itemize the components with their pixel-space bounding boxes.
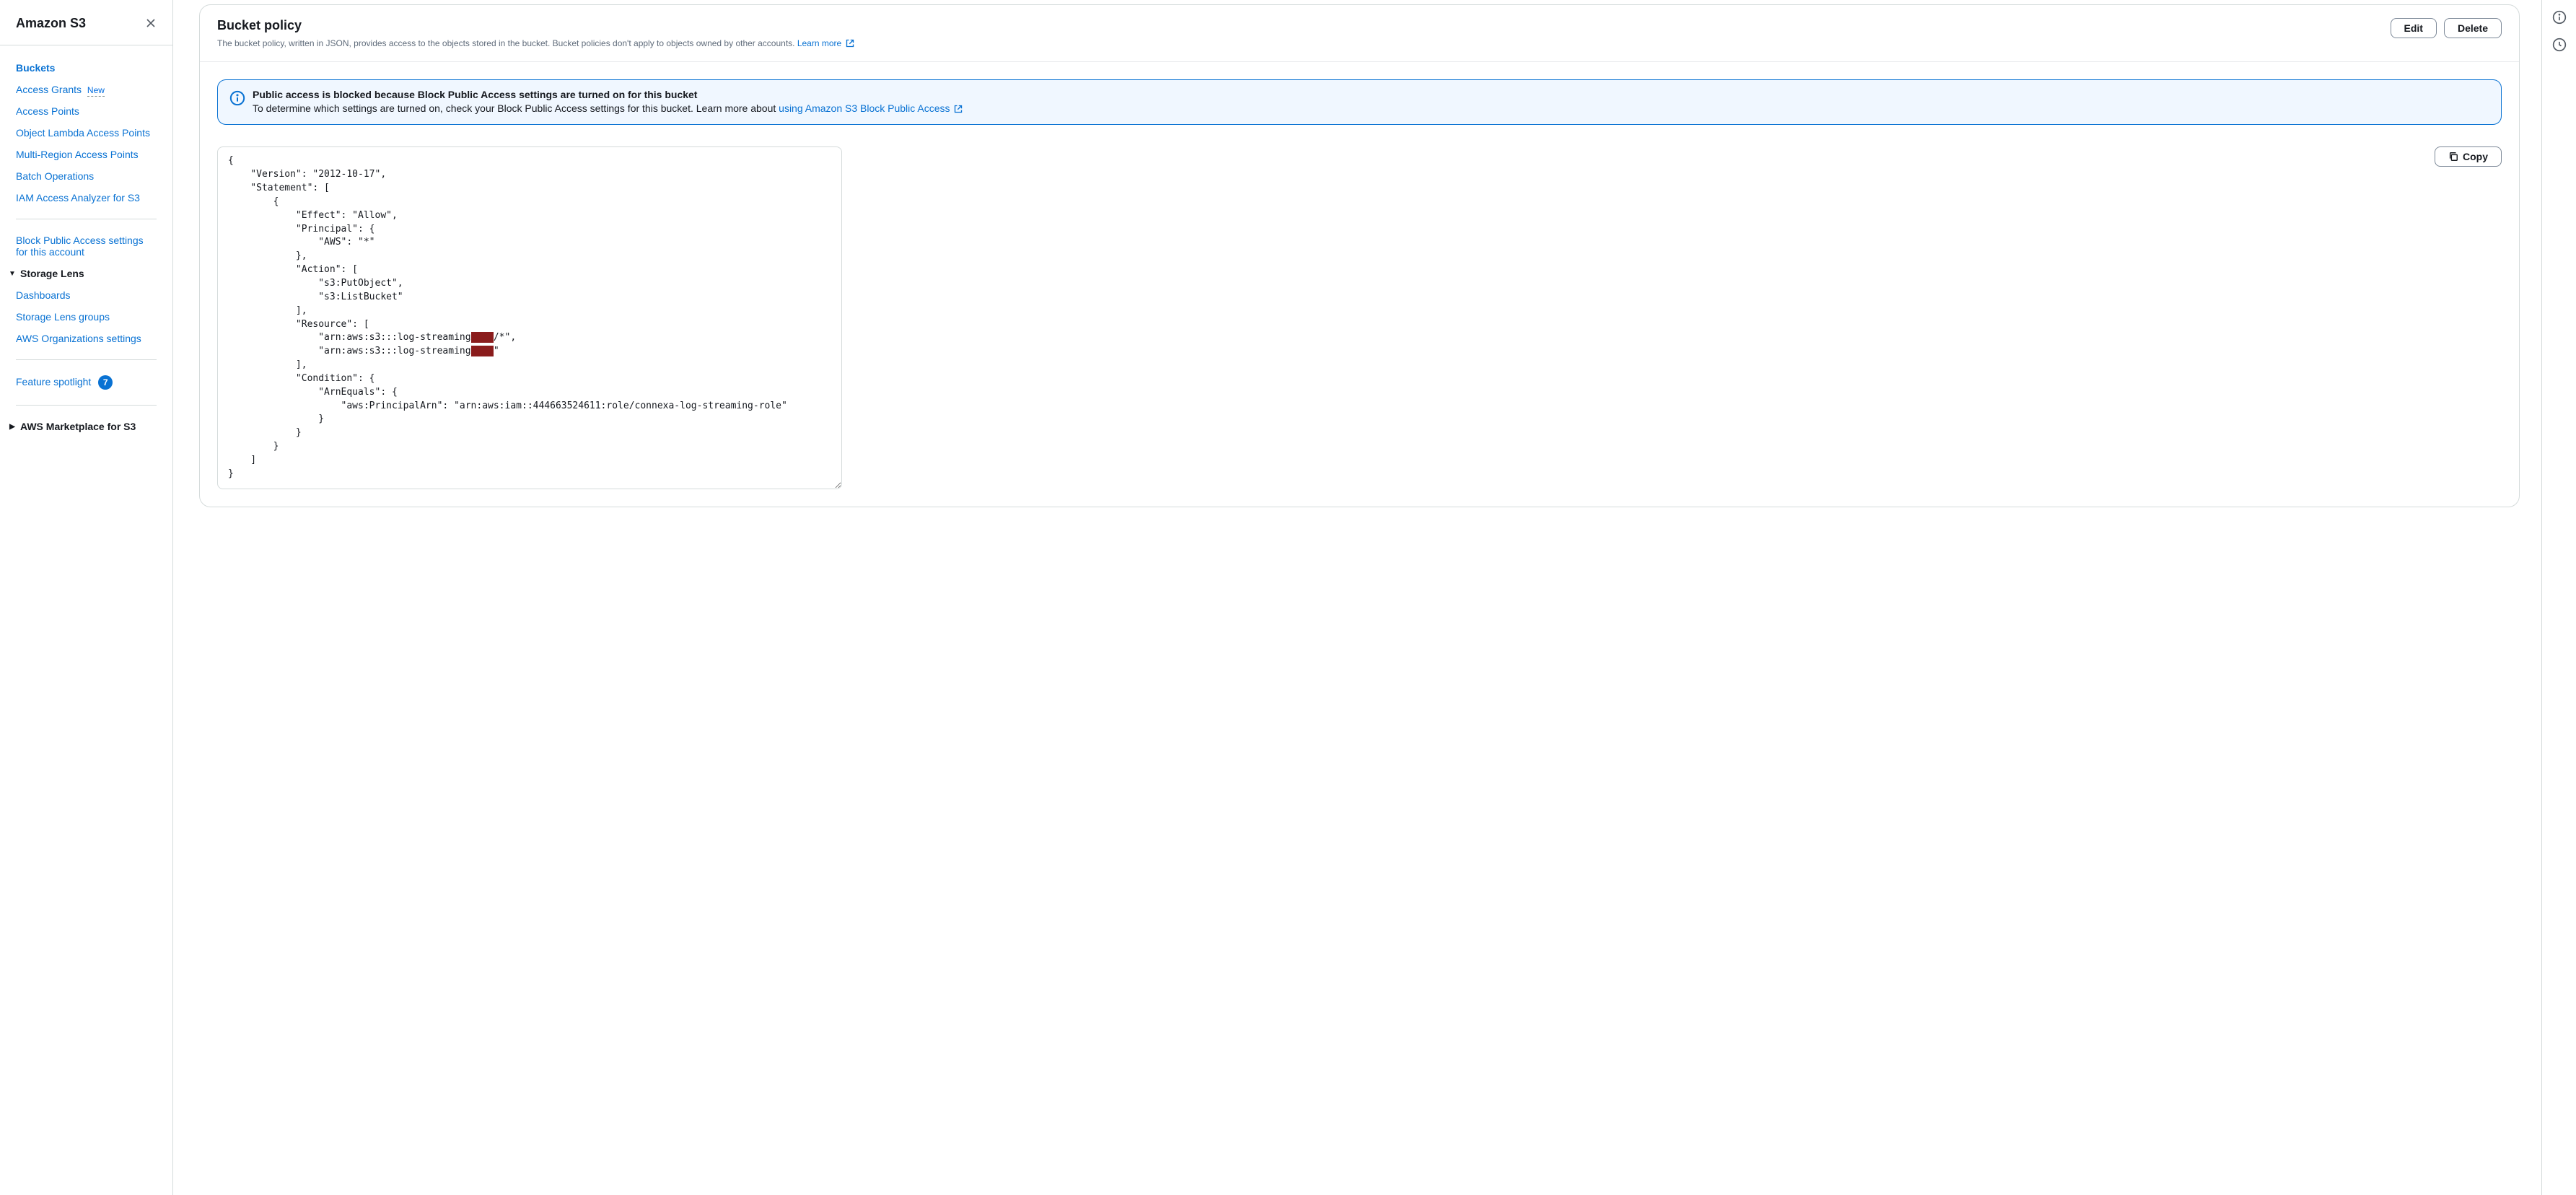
nav-multi-region[interactable]: Multi-Region Access Points (9, 144, 164, 165)
panel-description: The bucket policy, written in JSON, prov… (217, 38, 2391, 50)
nav-divider (16, 405, 157, 406)
info-alert: Public access is blocked because Block P… (217, 79, 2502, 126)
collapse-sidebar-button[interactable] (141, 13, 161, 33)
alert-body: To determine which settings are turned o… (253, 102, 963, 116)
caret-right-icon: ▶ (9, 423, 16, 431)
storage-lens-subnav: Dashboards Storage Lens groups AWS Organ… (9, 284, 164, 349)
nav-divider (16, 359, 157, 360)
nav-section-label: AWS Marketplace for S3 (20, 421, 136, 432)
learn-more-link[interactable]: Learn more (797, 38, 854, 48)
nav-section-storage-lens[interactable]: ▼ Storage Lens (9, 263, 164, 284)
nav-block-public-access[interactable]: Block Public Access settings for this ac… (9, 229, 164, 263)
alert-title: Public access is blocked because Block P… (253, 89, 963, 100)
nav-batch-ops[interactable]: Batch Operations (9, 165, 164, 187)
new-badge: New (87, 85, 105, 97)
sidebar-nav: Buckets Access Grants New Access Points … (0, 45, 172, 449)
nav-buckets[interactable]: Buckets (9, 57, 164, 79)
nav-feature-spotlight[interactable]: Feature spotlight 7 (9, 370, 164, 395)
nav-label: Feature spotlight (16, 376, 91, 388)
close-icon (145, 17, 157, 29)
panel-actions: Edit Delete (2391, 18, 2502, 38)
nav-iam-analyzer[interactable]: IAM Access Analyzer for S3 (9, 187, 164, 209)
policy-json-viewer[interactable]: { "Version": "2012-10-17", "Statement": … (217, 146, 842, 489)
caret-down-icon: ▼ (9, 270, 16, 278)
redacted-text: XXXX (471, 346, 494, 356)
external-link-icon (954, 105, 963, 113)
sidebar: Amazon S3 Buckets Access Grants New Acce… (0, 0, 173, 1195)
nav-object-lambda[interactable]: Object Lambda Access Points (9, 122, 164, 144)
nav-section-label: Storage Lens (20, 268, 84, 279)
nav-access-points[interactable]: Access Points (9, 100, 164, 122)
right-rail (2541, 0, 2576, 1195)
external-link-icon (846, 39, 854, 48)
bucket-policy-panel: Bucket policy The bucket policy, written… (199, 4, 2520, 507)
copy-button[interactable]: Copy (2435, 146, 2502, 167)
edit-button[interactable]: Edit (2391, 18, 2437, 38)
block-public-access-link[interactable]: using Amazon S3 Block Public Access (779, 102, 963, 114)
copy-icon (2448, 152, 2458, 162)
panel-body: Public access is blocked because Block P… (200, 62, 2519, 507)
info-icon (229, 90, 245, 106)
sidebar-header: Amazon S3 (0, 0, 172, 45)
nav-label: Access Grants (16, 84, 82, 95)
info-panel-icon[interactable] (2552, 10, 2567, 25)
policy-row: { "Version": "2012-10-17", "Statement": … (217, 146, 2502, 489)
nav-section-marketplace[interactable]: ▶ AWS Marketplace for S3 (9, 416, 164, 437)
feature-count-badge: 7 (98, 375, 113, 390)
nav-storage-lens-groups[interactable]: Storage Lens groups (9, 306, 164, 328)
panel-title: Bucket policy (217, 18, 2391, 33)
nav-aws-orgs-settings[interactable]: AWS Organizations settings (9, 328, 164, 349)
service-title: Amazon S3 (16, 16, 86, 31)
panel-header: Bucket policy The bucket policy, written… (200, 5, 2519, 50)
redacted-text: XXXX (471, 332, 494, 343)
delete-button[interactable]: Delete (2444, 18, 2502, 38)
clock-icon[interactable] (2552, 38, 2567, 52)
nav-access-grants[interactable]: Access Grants New (9, 79, 164, 100)
main-content: Bucket policy The bucket policy, written… (173, 0, 2541, 1195)
nav-dashboards[interactable]: Dashboards (9, 284, 164, 306)
